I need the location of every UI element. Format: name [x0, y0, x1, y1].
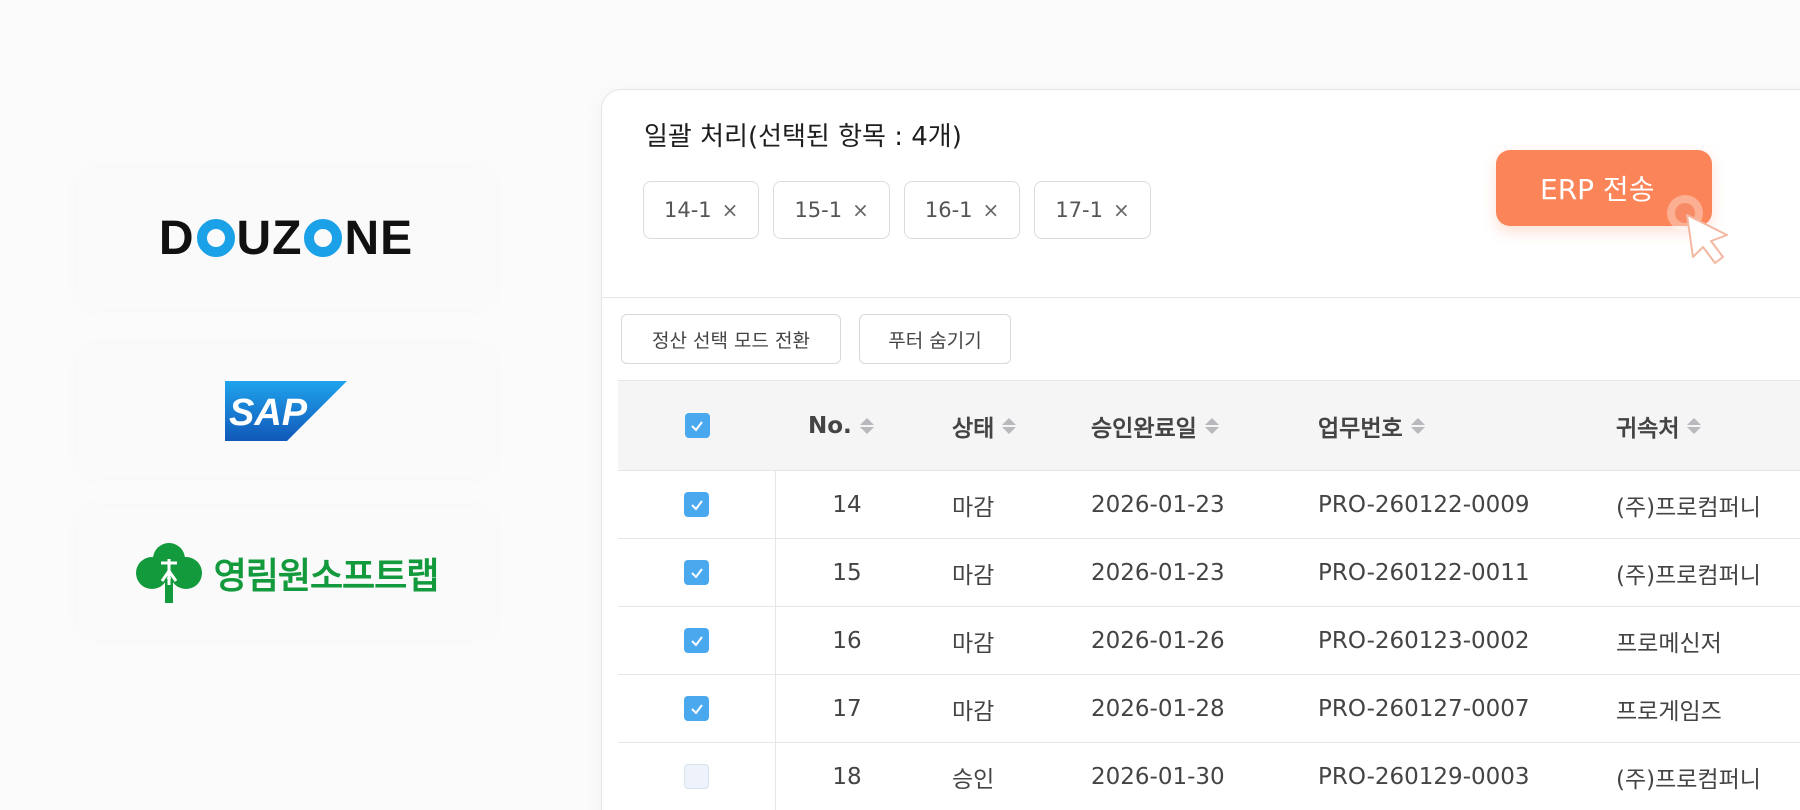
row-checkbox-cell	[618, 607, 776, 674]
selected-chip[interactable]: 14-1 ×	[643, 181, 760, 239]
cell-owner: (주)프로컴퍼니	[1616, 562, 1761, 589]
panel-divider	[602, 297, 1800, 298]
sort-icon[interactable]	[1687, 417, 1702, 434]
sap-logo: SAP	[225, 381, 347, 441]
table-row[interactable]: 18 승인 2026-01-30 PRO-260129-0003 (주)프로컴퍼…	[618, 743, 1800, 810]
column-header-no[interactable]: No.	[808, 381, 874, 470]
table-row[interactable]: 15 마감 2026-01-23 PRO-260122-0011 (주)프로컴퍼…	[618, 539, 1800, 607]
chip-label: 17-1	[1055, 198, 1103, 222]
row-checkbox-cell	[618, 743, 776, 810]
cell-approved-date: 2026-01-23	[1091, 491, 1225, 518]
cell-task-no: PRO-260122-0011	[1318, 559, 1530, 586]
sap-logo-text: SAP	[229, 392, 308, 434]
settlement-mode-toggle-button[interactable]: 정산 선택 모드 전환	[621, 314, 841, 364]
sort-icon[interactable]	[1410, 417, 1425, 434]
table-header: No. 상태 승인완료일 업무번호 귀속처	[618, 380, 1800, 471]
cell-task-no: PRO-260127-0007	[1318, 695, 1530, 722]
column-header-task-no[interactable]: 업무번호	[1318, 381, 1425, 470]
cell-owner: (주)프로컴퍼니	[1616, 766, 1761, 793]
column-header-label: 상태	[952, 415, 995, 442]
column-header-label: 귀속처	[1616, 415, 1680, 442]
row-checkbox[interactable]	[684, 696, 709, 721]
younglim-logo: 영림원소프트랩	[134, 541, 439, 605]
selected-chip[interactable]: 17-1 ×	[1034, 181, 1151, 239]
table-row[interactable]: 17 마감 2026-01-28 PRO-260127-0007 프로게임즈	[618, 675, 1800, 743]
cell-status: 승인	[952, 766, 995, 793]
sort-icon[interactable]	[859, 417, 874, 434]
check-icon	[691, 420, 703, 432]
column-header-owner[interactable]: 귀속처	[1616, 381, 1702, 470]
cell-owner: 프로게임즈	[1616, 698, 1722, 725]
check-icon	[690, 635, 703, 647]
cell-approved-date: 2026-01-28	[1091, 695, 1225, 722]
selected-chip[interactable]: 15-1 ×	[773, 181, 890, 239]
header-checkbox-cell	[618, 381, 776, 470]
younglim-logo-text: 영림원소프트랩	[213, 556, 440, 597]
cell-approved-date: 2026-01-30	[1091, 763, 1225, 790]
douzone-logo: D UZ NE	[158, 211, 414, 265]
cell-approved-date: 2026-01-26	[1091, 627, 1225, 654]
chip-label: 14-1	[664, 198, 712, 222]
chip-label: 16-1	[924, 198, 973, 222]
cell-no: 14	[832, 491, 862, 518]
table-row[interactable]: 14 마감 2026-01-23 PRO-260122-0009 (주)프로컴퍼…	[618, 471, 1800, 539]
table-row[interactable]: 16 마감 2026-01-26 PRO-260123-0002 프로메신저	[618, 607, 1800, 675]
close-icon[interactable]: ×	[983, 198, 1000, 222]
column-header-label: 업무번호	[1318, 415, 1403, 442]
close-icon[interactable]: ×	[852, 198, 869, 222]
cell-status: 마감	[952, 698, 995, 725]
chip-label: 15-1	[794, 198, 843, 222]
column-header-status[interactable]: 상태	[952, 381, 1017, 470]
selected-chips: 14-1 × 15-1 × 16-1 × 17-1 ×	[643, 181, 1151, 239]
close-icon[interactable]: ×	[1113, 198, 1130, 222]
cell-no: 18	[832, 763, 862, 790]
selected-chip[interactable]: 16-1 ×	[903, 181, 1021, 239]
pointer-cursor-icon	[1667, 195, 1728, 264]
row-checkbox-cell	[618, 539, 776, 606]
batch-processing-panel: 일괄 처리(선택된 항목 : 4개) 14-1 × 15-1 × 16-1 × …	[601, 89, 1800, 810]
sap-logo-card: SAP	[78, 346, 494, 476]
row-checkbox-cell	[618, 471, 776, 538]
cell-task-no: PRO-260123-0002	[1318, 627, 1530, 654]
column-header-label: No.	[808, 412, 852, 439]
cell-task-no: PRO-260129-0003	[1318, 763, 1530, 790]
cell-approved-date: 2026-01-23	[1091, 559, 1225, 586]
close-icon[interactable]: ×	[722, 198, 739, 222]
batch-title: 일괄 처리(선택된 항목 : 4개)	[644, 122, 962, 152]
check-icon	[690, 499, 703, 511]
row-checkbox[interactable]	[684, 764, 709, 789]
data-table: No. 상태 승인완료일 업무번호 귀속처 14 마감 2026-01-23 P…	[618, 380, 1800, 810]
cell-owner: (주)프로컴퍼니	[1616, 494, 1761, 521]
row-checkbox[interactable]	[684, 560, 709, 585]
column-header-label: 승인완료일	[1091, 415, 1197, 442]
check-icon	[690, 567, 703, 579]
row-checkbox[interactable]	[684, 628, 709, 653]
hide-footer-button[interactable]: 푸터 숨기기	[859, 314, 1011, 364]
cell-no: 17	[832, 695, 862, 722]
cell-no: 16	[832, 627, 862, 654]
sort-icon[interactable]	[1002, 417, 1017, 434]
douzone-logo-card: D UZ NE	[78, 168, 494, 308]
cell-owner: 프로메신저	[1616, 630, 1722, 657]
column-header-approved-date[interactable]: 승인완료일	[1091, 381, 1219, 470]
cell-no: 15	[832, 559, 862, 586]
cell-status: 마감	[952, 562, 995, 589]
younglim-logo-card: 영림원소프트랩	[78, 508, 494, 638]
row-checkbox-cell	[618, 675, 776, 742]
cell-task-no: PRO-260122-0009	[1318, 491, 1530, 518]
row-checkbox[interactable]	[684, 492, 709, 517]
tree-icon	[135, 543, 202, 603]
select-all-checkbox[interactable]	[684, 413, 710, 438]
cell-status: 마감	[952, 630, 995, 657]
check-icon	[690, 703, 703, 715]
sort-icon[interactable]	[1204, 417, 1219, 434]
cell-status: 마감	[952, 494, 995, 521]
